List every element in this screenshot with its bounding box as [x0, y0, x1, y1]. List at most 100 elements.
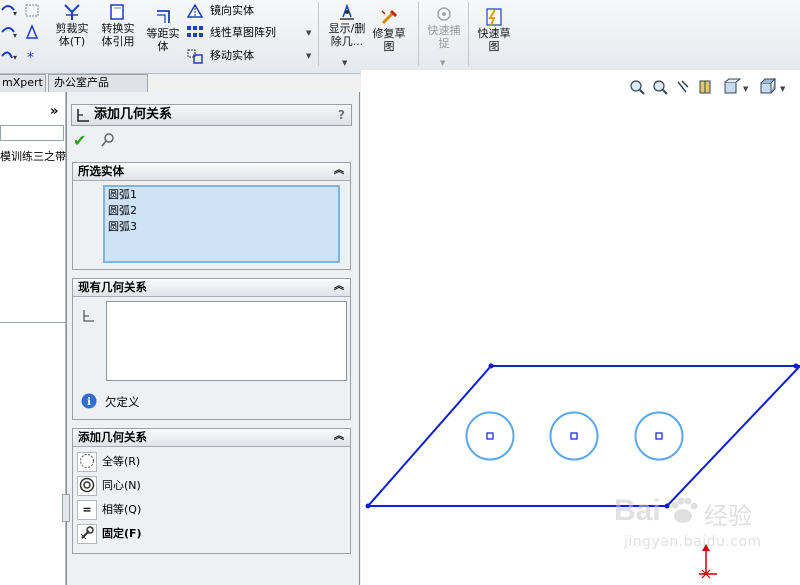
- collapse-chevron-icon[interactable]: ︽: [334, 429, 344, 445]
- list-item[interactable]: 圆弧3: [105, 219, 338, 235]
- command-tabs: mXpert 办公室产品: [0, 74, 152, 92]
- pm-title-bar: 添加几何关系 ?: [71, 104, 352, 126]
- repair-sketch-button[interactable]: 修复草 图: [372, 8, 406, 53]
- page-title: 添加几何关系: [94, 107, 173, 122]
- group-title: 现有几何关系: [78, 280, 147, 294]
- move-dropdown-icon[interactable]: ▼: [306, 52, 311, 60]
- existing-relations-list[interactable]: [106, 301, 347, 381]
- existing-relations-header[interactable]: 现有几何关系 ︽: [73, 279, 350, 297]
- relation-label: 固定(F): [102, 527, 142, 540]
- offset-entities-button[interactable]: 等距实 体: [142, 8, 184, 53]
- info-icon: i: [81, 393, 97, 409]
- display-delete-label: 显示/删 除几...: [328, 22, 366, 48]
- pushpin-icon[interactable]: [100, 132, 116, 148]
- tab-simulationxpert[interactable]: mXpert: [0, 74, 46, 92]
- relation-label: 同心(N): [102, 479, 141, 492]
- selected-entities-group: 所选实体 ︽ 圆弧1 圆弧2 圆弧3: [72, 162, 351, 270]
- convert-entities-icon: [110, 4, 124, 20]
- relation-fix[interactable]: 固定(F): [77, 523, 347, 545]
- relation-label: 全等(R): [102, 455, 141, 468]
- parallelogram-sketch[interactable]: [365, 365, 800, 507]
- tree-divider: [0, 322, 66, 323]
- rapid-sketch-button[interactable]: 快速草 图: [472, 8, 516, 53]
- sketch-point[interactable]: [365, 503, 371, 509]
- display-relations-dropdown-icon[interactable]: ▼: [342, 59, 347, 67]
- move-entities-icon: [187, 49, 203, 64]
- existing-relations-group: 现有几何关系 ︽ i 欠定义: [72, 278, 351, 420]
- tree-filter-field[interactable]: [0, 125, 64, 141]
- mirror-icon: [186, 3, 204, 18]
- trim-icon: [64, 4, 80, 20]
- svg-text:▾: ▾: [13, 53, 17, 62]
- feature-manager-pane: » 模训练三之带: [0, 92, 66, 585]
- quick-snaps-button[interactable]: 快速捕 捉: [422, 5, 466, 50]
- group-title: 所选实体: [78, 164, 124, 178]
- tree-item-part[interactable]: 模训练三之带: [0, 148, 66, 164]
- command-manager-toolbar: ▾ ▾ ▾ * 剪裁实 体(T) 转换实 体引用 等距实 体 镜向实体 线性草图…: [0, 0, 800, 74]
- convert-label: 转换实 体引用: [101, 22, 135, 48]
- offset-label: 等距实 体: [146, 27, 180, 53]
- sketch-tools-small-icons: ▾ ▾ ▾ *: [0, 2, 44, 68]
- pane-splitter-handle[interactable]: [62, 494, 70, 522]
- rapid-sketch-icon: [486, 8, 502, 26]
- display-delete-relations-button[interactable]: 显示/删 除几...: [324, 3, 370, 48]
- collapse-chevron-icon[interactable]: ︽: [334, 163, 344, 179]
- equal-icon: =: [77, 500, 97, 520]
- move-label: 移动实体: [210, 49, 254, 62]
- tab-label: mXpert: [2, 76, 43, 89]
- fix-icon: [77, 524, 97, 544]
- quick-snaps-dropdown-icon[interactable]: ▼: [440, 59, 445, 67]
- convert-entities-button[interactable]: 转换实 体引用: [96, 3, 140, 48]
- svg-text:i: i: [87, 397, 91, 408]
- linear-pattern-dropdown-icon[interactable]: ▼: [306, 29, 311, 37]
- ok-check-icon[interactable]: ✔: [73, 131, 86, 150]
- arc2-center-point[interactable]: [570, 432, 578, 440]
- add-relations-header[interactable]: 添加几何关系 ︽: [73, 429, 350, 447]
- selected-entities-list[interactable]: 圆弧1 圆弧2 圆弧3: [103, 185, 340, 263]
- quick-snap-label: 快速捕 捉: [427, 24, 461, 50]
- add-relation-icon: [77, 109, 89, 122]
- under-defined-status: 欠定义: [105, 395, 140, 409]
- add-relations-group: 添加几何关系 ︽ 全等(R) 同心(N) = 相等(Q) 固定(F): [72, 428, 351, 554]
- mirror-entities-button[interactable]: 镜向实体: [186, 1, 254, 21]
- trim-entities-button[interactable]: 剪裁实 体(T): [50, 3, 94, 48]
- sketch-small-tool-icons[interactable]: ▾ ▾ ▾ *: [0, 2, 44, 68]
- toolbar-separator: [318, 2, 319, 66]
- linear-pattern-label: 线性草图阵列: [210, 26, 276, 39]
- sketch-point[interactable]: [793, 363, 799, 369]
- toolbar-separator: [468, 2, 469, 66]
- toolbar-separator: [418, 2, 419, 66]
- expand-pane-chevron[interactable]: »: [50, 104, 58, 119]
- help-icon[interactable]: ?: [338, 105, 345, 125]
- concentric-icon: [77, 476, 97, 496]
- relation-coradial[interactable]: 全等(R): [77, 451, 347, 473]
- move-entities-button[interactable]: 移动实体: [186, 46, 254, 66]
- repair-sketch-icon: [381, 9, 398, 25]
- linear-sketch-pattern-button[interactable]: 线性草图阵列: [186, 23, 276, 43]
- sketch-point[interactable]: [488, 363, 494, 369]
- selected-entities-header[interactable]: 所选实体 ︽: [73, 163, 350, 181]
- relation-equal[interactable]: = 相等(Q): [77, 499, 347, 521]
- relation-concentric[interactable]: 同心(N): [77, 475, 347, 497]
- group-title: 添加几何关系: [78, 430, 147, 444]
- relation-label: 相等(Q): [102, 503, 142, 516]
- collapse-chevron-icon[interactable]: ︽: [334, 279, 344, 295]
- linear-pattern-icon: [187, 26, 203, 37]
- arc1-center-point[interactable]: [486, 432, 494, 440]
- baidu-paw-icon: [671, 497, 698, 523]
- repair-label: 修复草 图: [372, 27, 406, 53]
- svg-text:▾: ▾: [13, 9, 17, 18]
- svg-text:*: *: [27, 50, 34, 66]
- trim-label: 剪裁实 体(T): [55, 22, 89, 48]
- arc3-center-point[interactable]: [655, 432, 663, 440]
- tab-office-products[interactable]: 办公室产品: [48, 74, 148, 92]
- watermark-url: jingyan.baidu.com: [624, 534, 762, 550]
- list-item[interactable]: 圆弧1: [105, 187, 338, 203]
- tab-label: 办公室产品: [54, 76, 109, 89]
- rapid-sketch-label: 快速草 图: [477, 27, 511, 53]
- baidu-jingyan-watermark: Bai 经验 jingyan.baidu.com: [610, 492, 800, 572]
- watermark-brand: Bai: [614, 494, 661, 527]
- quick-snaps-icon: [437, 7, 451, 21]
- watermark-suffix: 经验: [704, 502, 752, 530]
- list-item[interactable]: 圆弧2: [105, 203, 338, 219]
